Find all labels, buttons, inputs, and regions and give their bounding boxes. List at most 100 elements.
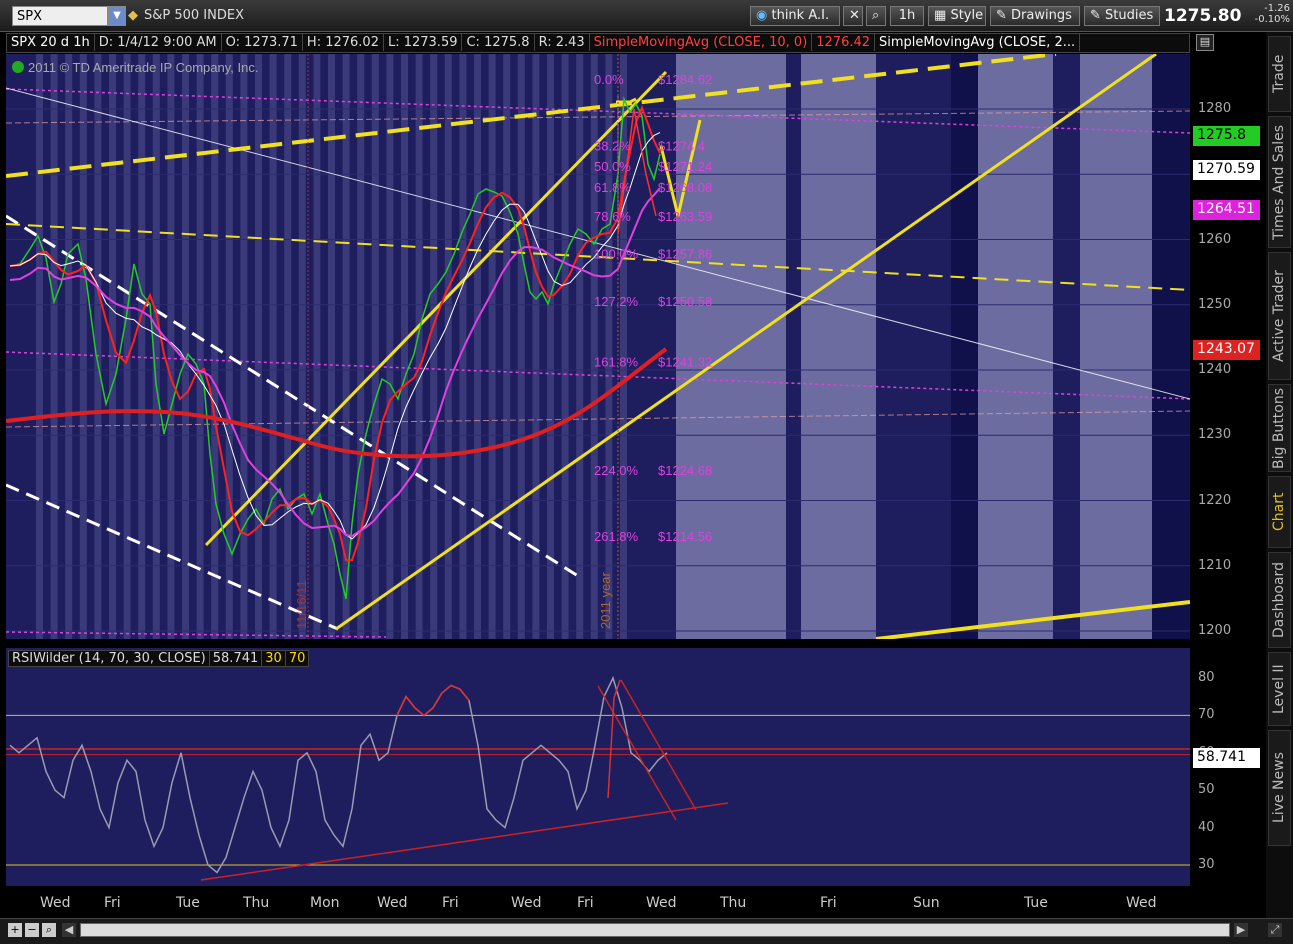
session-stripe	[123, 54, 131, 639]
time-axis[interactable]: Wed Fri Tue Thu Mon Wed Fri Wed Fri Wed Thu Fri Sun T…	[6, 890, 1190, 916]
price-badge: 1270.59	[1193, 160, 1260, 181]
info-symbol[interactable]: SPX 20 d 1h	[7, 34, 95, 51]
session-stripe	[488, 54, 496, 639]
chart-icon: ◆	[128, 8, 138, 23]
zoom-out-button[interactable]: −	[25, 923, 39, 937]
session-stripe	[269, 54, 277, 639]
copyright-text: 2011 © TD Ameritrade IP Company, Inc.	[28, 60, 258, 75]
sidebar-tab-trade[interactable]: Trade	[1268, 36, 1291, 112]
session-stripe	[459, 54, 467, 639]
time-axis-label: Mon	[310, 895, 340, 911]
zoom-out-icon: −	[27, 923, 37, 936]
price-badge: 1264.51	[1193, 200, 1260, 221]
price-change: -1.26 -0.10%	[1248, 3, 1290, 25]
fib-level-percent: 38.2%	[594, 139, 631, 154]
fib-level-price: $1241.32	[658, 354, 712, 369]
fib-level-price: $1271.24	[658, 159, 712, 174]
magnify-tool-button[interactable]: ⌕	[866, 6, 886, 26]
sidebar-tab-live-news[interactable]: Live News	[1268, 730, 1291, 846]
rsi-chart-canvas[interactable]	[6, 648, 1190, 886]
rsi-axis-tick: 30	[1198, 857, 1215, 872]
fib-level-percent: 127.2%	[594, 294, 639, 309]
session-stripe	[225, 54, 233, 639]
time-axis-label: Fri	[577, 895, 594, 911]
rsi-axis-tick: 80	[1198, 670, 1215, 685]
scroll-thumb[interactable]	[81, 924, 1229, 936]
sidebar-tab-chart[interactable]: Chart	[1268, 476, 1291, 548]
crosshair-tool-button[interactable]: ✕	[843, 6, 863, 26]
fib-level-percent: 100.0%	[594, 246, 639, 261]
scroll-track[interactable]	[80, 923, 1230, 937]
think-icon: ◉	[756, 8, 768, 23]
chart-settings-button[interactable]: ▤	[1196, 34, 1214, 51]
fib-level-percent: 61.8%	[594, 180, 631, 195]
zoom-in-button[interactable]: +	[8, 923, 22, 937]
session-stripe	[415, 54, 423, 639]
session-stripe	[503, 54, 511, 639]
studies-button[interactable]: ✎ Studies	[1084, 6, 1160, 26]
info-close: C: 1275.8	[462, 34, 535, 51]
price-axis-tick: 1210	[1198, 557, 1232, 573]
expand-button[interactable]: ⤢	[1268, 923, 1282, 937]
fib-level-price: $1257.86	[658, 246, 712, 261]
copyright-icon	[12, 61, 24, 73]
sidebar-tab-dashboard[interactable]: Dashboard	[1268, 552, 1291, 648]
session-stripe	[196, 54, 204, 639]
rsi-axis-tick: 50	[1198, 782, 1215, 798]
fib-level-percent: 0.0%	[594, 72, 624, 87]
last-price: 1275.80	[1164, 6, 1242, 26]
price-chart-canvas[interactable]: 0.0% $1284.62 38.2% $1274.4 50.0% $1271.24 61.…	[6, 54, 1190, 639]
fib-level-price: $1268.08	[658, 180, 712, 195]
rsi-overbought-label: 70	[284, 651, 309, 666]
sidebar-tab-big-buttons[interactable]: Big Buttons	[1268, 384, 1291, 472]
sidebar-tab-times-and-sales[interactable]: Times And Sales	[1268, 116, 1291, 248]
period-button[interactable]: 1h	[890, 6, 924, 26]
rsi-label[interactable]: RSIWilder (14, 70, 30, CLOSE)	[9, 651, 209, 666]
price-axis-tick: 1250	[1198, 296, 1232, 312]
info-date: D: 1/4/12 9:00 AM	[95, 34, 222, 51]
right-sidebar: Trade Times And Sales Active Trader Big But…	[1266, 32, 1293, 922]
scroll-right-button[interactable]: ▶	[1234, 923, 1248, 937]
info-low: L: 1273.59	[384, 34, 463, 51]
info-sma2-label[interactable]: SimpleMovingAvg (CLOSE, 2...	[875, 34, 1081, 51]
drawings-button[interactable]: ✎ Drawings	[990, 6, 1080, 26]
rsi-axis-tick: 70	[1198, 707, 1215, 723]
top-toolbar: SPX ▼ ◆ S&P 500 INDEX ◉ think A.I. ✕ ⌕ 1…	[0, 0, 1293, 32]
sidebar-tab-level-ii[interactable]: Level II	[1268, 652, 1291, 726]
info-range: R: 2.43	[535, 34, 590, 51]
zoom-reset-button[interactable]: ⌕	[42, 923, 56, 937]
session-stripe	[255, 54, 262, 639]
time-axis-label: Wed	[1126, 895, 1157, 911]
rsi-pane[interactable]: RSIWilder (14, 70, 30, CLOSE) 58.741 30 70	[6, 648, 1190, 886]
style-button[interactable]: ▦ Style	[928, 6, 986, 26]
time-axis-label: Fri	[820, 895, 837, 911]
fib-level-price: $1214.56	[658, 529, 712, 544]
sidebar-tab-active-trader[interactable]: Active Trader	[1268, 252, 1291, 380]
info-sma10-label[interactable]: SimpleMovingAvg (CLOSE, 10, 0)	[590, 34, 813, 51]
time-axis-label: Wed	[511, 895, 542, 911]
fib-level-percent: 224.0%	[594, 463, 639, 478]
time-axis-label: Wed	[377, 895, 408, 911]
price-axis-tick: 1230	[1198, 427, 1232, 443]
rsi-axis[interactable]: 80706050403058.741	[1190, 648, 1260, 886]
arrow-right-icon: ▶	[1236, 923, 1246, 936]
fib-level-price: $1224.68	[658, 463, 712, 478]
fib-level-percent: 78.6%	[594, 209, 631, 224]
future-gap	[1152, 54, 1190, 639]
chart-info-bar: SPX 20 d 1h D: 1/4/12 9:00 AM O: 1273.71 H:…	[6, 33, 1190, 53]
price-chart-pane[interactable]: 0.0% $1284.62 38.2% $1274.4 50.0% $1271.24 61.…	[6, 54, 1190, 639]
symbol-dropdown-button[interactable]: ▼	[108, 6, 126, 26]
future-session-stripe	[1080, 54, 1155, 639]
time-axis-label: Sun	[913, 895, 940, 911]
session-stripe	[371, 54, 379, 639]
info-sma10-value: 1276.42	[812, 34, 876, 51]
think-ai-button[interactable]: ◉ think A.I.	[750, 6, 840, 26]
session-stripe	[65, 54, 73, 639]
session-stripe	[50, 54, 58, 639]
price-axis[interactable]: 1280127012601250124012301220121012001275…	[1190, 54, 1260, 639]
price-axis-tick: 1200	[1198, 623, 1232, 638]
magnifier-icon: ⌕	[872, 8, 880, 23]
fib-level-price: $1284.62	[658, 72, 712, 87]
scroll-left-button[interactable]: ◀	[62, 923, 76, 937]
symbol-input[interactable]: SPX	[12, 6, 108, 26]
